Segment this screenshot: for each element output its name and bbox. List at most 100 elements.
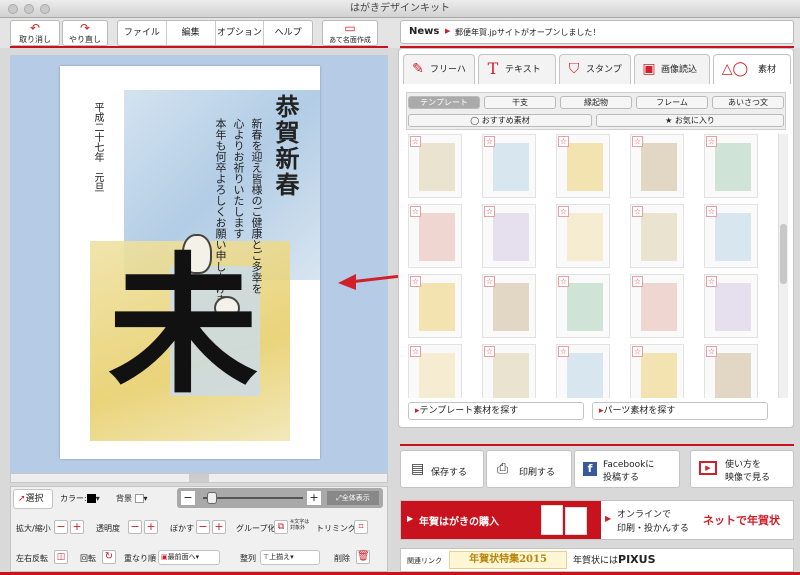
zoom-slider-thumb[interactable] — [207, 492, 217, 504]
favorite-star-icon[interactable]: ☆ — [632, 206, 643, 217]
menu-edit[interactable]: 編集 — [167, 21, 216, 45]
save-button[interactable]: ▤ 保存する — [400, 450, 484, 488]
sub-tab-engimono[interactable]: 縁起物 — [560, 96, 632, 109]
flip-button[interactable]: ◫ — [54, 550, 68, 564]
address-side-button[interactable]: ▭ あて名面作成 — [322, 20, 378, 46]
template-thumbnail[interactable]: ☆ — [704, 134, 758, 198]
minimize-window-icon[interactable] — [24, 4, 34, 14]
canvas-scroll-thumb[interactable] — [189, 474, 209, 482]
align-select[interactable]: ⊤上揃え▾ — [260, 550, 320, 565]
card-greeting-text[interactable]: 恭賀新春 — [268, 94, 303, 198]
order-select[interactable]: ▣最前面へ▾ — [158, 550, 220, 565]
facebook-post-button[interactable]: f Facebookに 投稿する — [574, 450, 680, 488]
favorite-star-icon[interactable]: ☆ — [558, 136, 569, 147]
zoom-window-icon[interactable] — [40, 4, 50, 14]
postcard-canvas[interactable]: 平成二十七年 元旦 恭賀新春 新春を迎え皆様のご健康とご多幸を 心よりお祈りいた… — [60, 66, 320, 459]
favorites-filter-button[interactable]: ★ お気に入り — [596, 114, 784, 127]
template-thumbnail[interactable]: ☆ — [556, 274, 610, 338]
favorite-star-icon[interactable]: ☆ — [484, 206, 495, 217]
tab-materials[interactable]: △◯ 素材 — [713, 54, 791, 84]
opacity-minus-button[interactable]: − — [128, 520, 142, 534]
template-thumbnail[interactable]: ☆ — [408, 204, 462, 268]
favorite-star-icon[interactable]: ☆ — [410, 136, 421, 147]
pixus-link[interactable]: 年賀状にはPIXUS — [573, 551, 669, 569]
card-date-text[interactable]: 平成二十七年 元旦 — [90, 102, 105, 232]
tab-freehand[interactable]: ✎フリーハンド — [403, 54, 475, 105]
menu-help[interactable]: ヘルプ — [264, 21, 312, 45]
template-thumbnail[interactable]: ☆ — [556, 344, 610, 398]
tab-image-import[interactable]: ▣ 画像読込 — [634, 54, 710, 84]
template-thumbnail[interactable]: ☆ — [630, 344, 684, 398]
scale-minus-button[interactable]: − — [54, 520, 68, 534]
template-thumbnail[interactable]: ☆ — [630, 204, 684, 268]
sub-tab-greeting[interactable]: あいさつ文 — [712, 96, 784, 109]
delete-button[interactable]: 🗑 — [356, 550, 370, 564]
group-button[interactable]: ⧉ — [274, 520, 288, 534]
find-template-materials-button[interactable]: ▸テンプレート素材を探す — [408, 402, 584, 420]
tab-stamp[interactable]: ⛉ スタンプ — [559, 54, 631, 84]
video-tutorial-button[interactable]: ▶ 使い方を 映像で見る — [690, 450, 794, 488]
undo-button[interactable]: ↶ 取り消し — [10, 20, 60, 46]
opacity-plus-button[interactable]: + — [144, 520, 158, 534]
favorite-star-icon[interactable]: ☆ — [558, 346, 569, 357]
template-thumbnail[interactable]: ☆ — [630, 134, 684, 198]
template-thumbnail[interactable]: ☆ — [408, 134, 462, 198]
favorite-star-icon[interactable]: ☆ — [632, 276, 643, 287]
favorite-star-icon[interactable]: ☆ — [632, 136, 643, 147]
blur-minus-button[interactable]: − — [196, 520, 210, 534]
sub-tab-template[interactable]: テンプレート — [408, 96, 480, 109]
favorite-star-icon[interactable]: ☆ — [410, 346, 421, 357]
redo-button[interactable]: ↷ やり直し — [62, 20, 108, 46]
news-bar[interactable]: News ▶ 郵便年賀.jpサイトがオープンしました！ — [400, 20, 794, 44]
purchase-banner[interactable]: ▶ 年賀はがきの購入 ▶ オンラインで 印刷・投かんする ネットで年賀状 — [400, 500, 794, 540]
template-thumbnail[interactable]: ☆ — [482, 274, 536, 338]
close-window-icon[interactable] — [8, 4, 18, 14]
template-thumbnail[interactable]: ☆ — [704, 274, 758, 338]
template-thumbnail[interactable]: ☆ — [482, 344, 536, 398]
zoom-slider-track[interactable] — [203, 497, 303, 499]
menu-options[interactable]: オプション — [216, 21, 265, 45]
template-thumbnail[interactable]: ☆ — [556, 204, 610, 268]
template-thumbnail[interactable]: ☆ — [630, 274, 684, 338]
favorite-star-icon[interactable]: ☆ — [484, 276, 495, 287]
blur-plus-button[interactable]: + — [212, 520, 226, 534]
scale-plus-button[interactable]: + — [70, 520, 84, 534]
template-thumbnail[interactable]: ☆ — [704, 344, 758, 398]
template-thumbnail[interactable]: ☆ — [408, 274, 462, 338]
background-color-picker[interactable]: 背景 ▾ — [116, 493, 148, 504]
zoom-in-icon[interactable]: + — [307, 491, 321, 505]
favorite-star-icon[interactable]: ☆ — [484, 346, 495, 357]
color-picker[interactable]: カラー: ▾ — [60, 493, 100, 504]
trim-button[interactable]: ⌗ — [354, 520, 368, 534]
favorite-star-icon[interactable]: ☆ — [632, 346, 643, 357]
find-parts-materials-button[interactable]: ▸パーツ素材を探す — [592, 402, 768, 420]
template-thumbnail[interactable]: ☆ — [556, 134, 610, 198]
thumbnail-scrollbar[interactable] — [778, 134, 788, 398]
favorite-star-icon[interactable]: ☆ — [706, 136, 717, 147]
sub-tab-eto[interactable]: 干支 — [484, 96, 556, 109]
sub-tab-frame[interactable]: フレーム — [636, 96, 708, 109]
nengajo-special-link[interactable]: 年賀状特集2015 — [449, 551, 567, 569]
fit-all-button[interactable]: ⤢全体表示 — [327, 491, 379, 505]
favorite-star-icon[interactable]: ☆ — [706, 206, 717, 217]
template-thumbnail[interactable]: ☆ — [408, 344, 462, 398]
favorite-star-icon[interactable]: ☆ — [706, 276, 717, 287]
favorite-star-icon[interactable]: ☆ — [558, 276, 569, 287]
select-tool-button[interactable]: ➚選択 — [13, 489, 53, 509]
template-thumbnail[interactable]: ☆ — [482, 134, 536, 198]
template-thumbnail[interactable]: ☆ — [704, 204, 758, 268]
favorite-star-icon[interactable]: ☆ — [410, 206, 421, 217]
rotate-button[interactable]: ↻ — [102, 550, 116, 564]
favorite-star-icon[interactable]: ☆ — [558, 206, 569, 217]
favorite-star-icon[interactable]: ☆ — [484, 136, 495, 147]
favorite-star-icon[interactable]: ☆ — [706, 346, 717, 357]
print-button[interactable]: ⎙ 印刷する — [486, 450, 572, 488]
card-kanji-hitsuji[interactable]: 未 — [108, 251, 258, 401]
menu-file[interactable]: ファイル — [118, 21, 167, 45]
template-thumbnail[interactable]: ☆ — [482, 204, 536, 268]
thumbnail-scroll-thumb[interactable] — [780, 224, 787, 284]
zoom-out-icon[interactable]: − — [181, 491, 195, 505]
favorite-star-icon[interactable]: ☆ — [410, 276, 421, 287]
tab-text[interactable]: T テキスト — [478, 54, 556, 84]
recommended-filter-button[interactable]: ◯ おすすめ素材 — [408, 114, 592, 127]
